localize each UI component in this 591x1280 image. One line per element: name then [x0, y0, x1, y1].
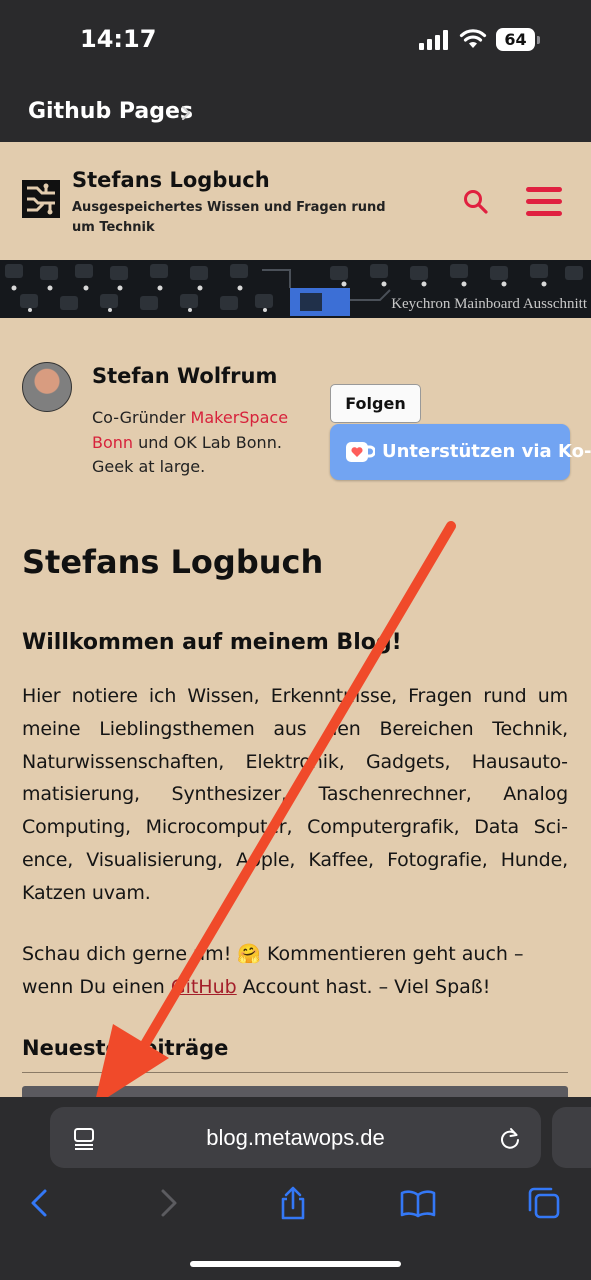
site-title[interactable]: Stefans Logbuch — [72, 168, 270, 192]
author-avatar — [22, 362, 72, 412]
page-heading: Stefans Logbuch — [22, 543, 324, 581]
hamburger-menu-icon[interactable] — [526, 187, 562, 217]
circuit-logo-icon[interactable] — [22, 180, 60, 218]
back-icon[interactable] — [22, 1185, 58, 1221]
author-name: Stefan Wolfrum — [92, 364, 278, 388]
latest-posts-heading: Neueste Beiträge — [22, 1036, 229, 1060]
post-thumbnail[interactable] — [22, 1086, 568, 1097]
back-to-app-link[interactable]: Github Pages — [28, 99, 193, 124]
chevron-right-icon[interactable] — [180, 104, 192, 122]
intro-paragraph: Hier notiere ich Wissen, Erkenntnisse, F… — [22, 685, 568, 904]
author-bio: Co-Gründer MakerSpace Bonn und OK Lab Bo… — [92, 406, 312, 480]
browser-toolbar: blog.metawops.de — [0, 1097, 591, 1280]
app-bar: Github Pages — [0, 84, 591, 142]
home-indicator — [190, 1261, 401, 1267]
site-header: Stefans Logbuch Ausgespeichertes Wissen … — [0, 142, 591, 260]
forward-icon[interactable] — [150, 1185, 186, 1221]
kofi-label: Unterstützen via Ko-fi — [382, 441, 591, 462]
battery-level: 64 — [496, 28, 535, 51]
section-divider — [22, 1072, 568, 1073]
welcome-paragraph: Schau dich gerne um! 🤗 Kommentieren geht… — [22, 938, 568, 1004]
bookmarks-icon[interactable] — [400, 1185, 436, 1221]
reload-icon[interactable] — [498, 1126, 522, 1150]
kofi-support-button[interactable]: Unterstützen via Ko-fi — [330, 424, 591, 480]
share-icon[interactable] — [275, 1185, 311, 1221]
next-tab-preview[interactable] — [552, 1107, 591, 1168]
bio-text-prefix: Co-Gründer — [92, 408, 191, 427]
url-text[interactable]: blog.metawops.de — [50, 1125, 541, 1151]
banner-caption: Keychron Mainboard Ausschnitt — [391, 296, 587, 312]
wifi-icon — [459, 29, 487, 48]
battery-icon: 64 — [496, 28, 540, 51]
welcome-heading: Willkommen auf meinem Blog! — [22, 630, 402, 655]
search-icon[interactable] — [462, 188, 490, 216]
welcome-text-suffix: Account hast. – Viel Spaß! — [236, 975, 491, 998]
kofi-cup-icon — [346, 442, 375, 462]
signal-icon — [419, 30, 448, 50]
follow-button[interactable]: Folgen — [330, 384, 421, 423]
clock: 14:17 — [80, 25, 157, 53]
web-page: Stefans Logbuch Ausgespeichertes Wissen … — [0, 142, 591, 1097]
header-banner-image: Keychron Mainboard Ausschnitt — [0, 260, 591, 318]
tabs-icon[interactable] — [526, 1185, 562, 1221]
status-bar: 14:17 64 — [0, 0, 591, 84]
github-link[interactable]: GitHub — [171, 976, 237, 998]
site-tagline: Ausgespeichertes Wissen und Fragen rund … — [72, 200, 386, 235]
address-bar[interactable]: blog.metawops.de — [50, 1107, 541, 1168]
